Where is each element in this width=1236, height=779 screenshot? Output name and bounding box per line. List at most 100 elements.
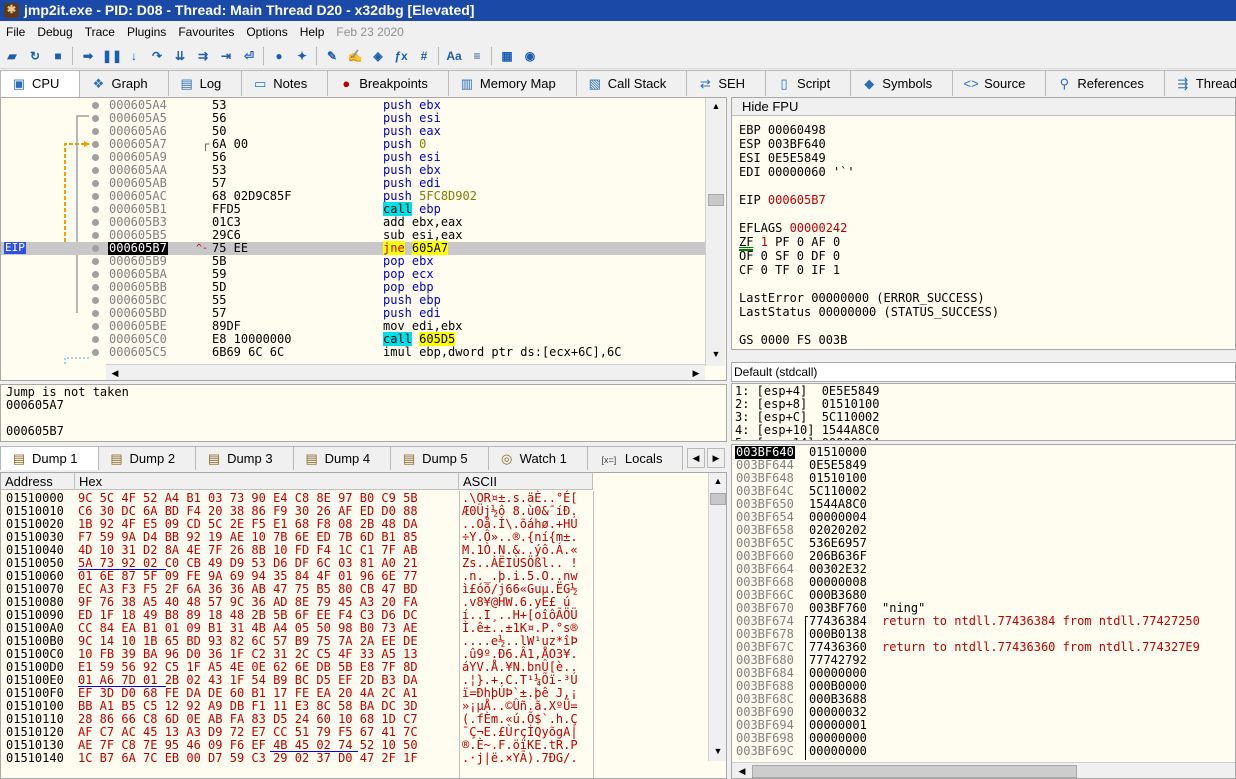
stack-row[interactable]: 003BF654 00000004 (732, 511, 1235, 524)
stack-row[interactable]: 003BF668 00000008 (732, 576, 1235, 589)
flags-row-3[interactable]: CF 0 TF 0 IF 1 (739, 264, 840, 277)
breakpoint-dot-icon[interactable] (92, 323, 99, 330)
breakpoint-dot-icon[interactable] (92, 141, 99, 148)
breakpoint-dot-icon[interactable] (92, 128, 99, 135)
scroll-thumb[interactable] (752, 765, 1077, 778)
tab-references[interactable]: ⚲ References (1045, 70, 1165, 96)
disassembly-vertical-scrollbar[interactable]: ▲ ▼ (705, 98, 725, 366)
hex-dump-view[interactable]: Address Hex ASCII 01510000 9C 5C 4F 52 A4… (0, 472, 727, 779)
stack-row[interactable]: 003BF658 02020202 (732, 524, 1235, 537)
dump-header-hex[interactable]: Hex (75, 473, 459, 490)
run-icon[interactable]: ➡ (79, 47, 97, 65)
tab-breakpoints[interactable]: ● Breakpoints (327, 70, 449, 96)
dump-tabs-scroll-left-icon[interactable]: ◀ (687, 448, 705, 468)
tab-seh[interactable]: ⇄ SEH (686, 70, 767, 96)
flags-row-1[interactable]: ZF 1 PF 0 AF 0 (739, 236, 840, 249)
breakpoint-dot-icon[interactable] (92, 245, 99, 252)
stack-row[interactable]: 003BF640 01510000 (732, 446, 1235, 459)
reg-esp[interactable]: ESP 003BF640 (739, 138, 826, 151)
dump-vertical-scrollbar[interactable]: ▲ ▼ (708, 473, 726, 761)
breakpoint-dot-icon[interactable] (92, 232, 99, 239)
tab-script[interactable]: ▯ Script (765, 70, 852, 96)
strings-icon[interactable]: ≡ (468, 47, 486, 65)
disasm-row[interactable]: 000605BD 57 push edi (1, 307, 705, 320)
open-icon[interactable]: ▰ (3, 47, 21, 65)
arguments-panel[interactable]: 1: [esp+4] 0E5E5849 2: [esp+8] 01510100 3:… (731, 383, 1236, 441)
scroll-up-arrow-icon[interactable]: ▲ (708, 98, 724, 114)
reg-esi[interactable]: ESI 0E5E5849 (739, 152, 826, 165)
dump-header-ascii[interactable]: ASCII (459, 473, 593, 490)
breakpoint-dot-icon[interactable] (92, 180, 99, 187)
breakpoint-dot-icon[interactable] (92, 284, 99, 291)
reg-eflags[interactable]: EFLAGS 00000242 (739, 222, 847, 235)
reg-laststatus[interactable]: LastStatus 00000000 (STATUS_SUCCESS) (739, 306, 999, 319)
disasm-row[interactable]: 000605B5 29C6 sub esi,eax (1, 229, 705, 242)
menu-trace[interactable]: Trace (79, 21, 121, 43)
disassembly-view[interactable]: 000605A4 53 push ebx 000605A5 56 push esi 0006… (0, 97, 727, 381)
tab-dump-1[interactable]: ▤ Dump 1 (0, 446, 99, 470)
scroll-left-arrow-icon[interactable]: ◀ (107, 365, 123, 380)
disasm-row[interactable]: 000605A9 56 push esi (1, 151, 705, 164)
disasm-row[interactable]: 000605A7 ┌ 6A 00 push 0 (1, 138, 705, 151)
hide-fpu-button[interactable]: Hide FPU (732, 98, 1235, 116)
stack-row[interactable]: 003BF65C 536E6957 (732, 537, 1235, 550)
tab-memory-map[interactable]: ▥ Memory Map (447, 70, 577, 96)
breakpoint-dot-icon[interactable] (92, 349, 99, 356)
execute-till-return-icon[interactable]: ⏎ (240, 47, 258, 65)
tab-symbols[interactable]: ◆ Symbols (850, 70, 954, 96)
breakpoint-dot-icon[interactable] (92, 297, 99, 304)
step-into-icon[interactable]: ↓ (125, 47, 143, 65)
scroll-up-arrow-icon[interactable]: ▲ (710, 473, 726, 489)
tab-cpu[interactable]: ▣ CPU (0, 70, 81, 97)
reg-eip[interactable]: EIP 000605B7 (739, 194, 826, 207)
disasm-row[interactable]: 000605BB 5D pop ebp (1, 281, 705, 294)
tab-log[interactable]: ▤ Log (167, 70, 243, 96)
breakpoint-dot-icon[interactable] (92, 271, 99, 278)
tab-dump-4[interactable]: ▤ Dump 4 (292, 446, 392, 470)
tab-dump-2[interactable]: ▤ Dump 2 (97, 446, 197, 470)
calculator-icon[interactable]: ▦ (498, 47, 516, 65)
stack-row[interactable]: 003BF64C 5C110002 (732, 485, 1235, 498)
function-icon[interactable]: ƒx (392, 47, 410, 65)
reg-lasterror[interactable]: LastError 00000000 (ERROR_SUCCESS) (739, 292, 985, 305)
stop-icon[interactable]: ■ (49, 47, 67, 65)
menu-plugins[interactable]: Plugins (121, 21, 172, 43)
patch-icon[interactable]: ✎ (323, 47, 341, 65)
dump-header-address[interactable]: Address (1, 473, 75, 490)
disasm-row[interactable]: 000605BE 89DF mov edi,ebx (1, 320, 705, 333)
menu-file[interactable]: File (0, 21, 31, 43)
argument-row[interactable]: 5: [esp+14] 00000004 (735, 437, 1232, 441)
stack-view[interactable]: 003BF640 01510000 003BF644 0E5E5849 003BF648… (731, 444, 1236, 779)
tab-watch-1[interactable]: ◎ Watch 1 (487, 446, 588, 470)
disasm-row[interactable]: 000605A5 56 push esi (1, 112, 705, 125)
disasm-row[interactable]: 000605B7 ^- 75 EE jne 605A7 (1, 241, 705, 255)
disasm-row[interactable]: 000605B9 5B pop ebx (1, 255, 705, 268)
animate-into-icon[interactable]: ⇊ (171, 47, 189, 65)
menu-help[interactable]: Help (294, 21, 331, 43)
dump-tabs-scroll-right-icon[interactable]: ▶ (707, 448, 725, 468)
disasm-row[interactable]: 000605AC 68 02D9C85F push 5FC8D902 (1, 190, 705, 203)
reg-edi[interactable]: EDI 00000060 '`' (739, 166, 855, 179)
pause-icon[interactable]: ❚❚ (102, 47, 122, 65)
disasm-row[interactable]: 000605AB 57 push edi (1, 177, 705, 190)
stack-row[interactable]: 003BF664 00302E32 (732, 563, 1235, 576)
breakpoint-dot-icon[interactable] (92, 219, 99, 226)
tab-locals[interactable]: [x=] Locals (586, 446, 684, 470)
run-to-user-icon[interactable]: ⇥ (217, 47, 235, 65)
scroll-thumb[interactable] (710, 493, 726, 505)
comment-icon[interactable]: ✍ (346, 47, 364, 65)
reg-segments[interactable]: GS 0000 FS 003B (739, 334, 847, 347)
web-icon[interactable]: ◉ (521, 47, 539, 65)
breakpoint-dot-icon[interactable] (92, 310, 99, 317)
tab-dump-3[interactable]: ▤ Dump 3 (195, 446, 294, 470)
disasm-row[interactable]: 000605AA 53 push ebx (1, 164, 705, 177)
tab-threads[interactable]: ⇶ Threads (1163, 70, 1236, 96)
disasm-row[interactable]: 000605BA 59 pop ecx (1, 268, 705, 281)
menu-favourites[interactable]: Favourites (172, 21, 240, 43)
flags-row-2[interactable]: OF 0 SF 0 DF 0 (739, 250, 840, 263)
disassembly-horizontal-scrollbar[interactable]: ◀ ▶ (106, 364, 705, 380)
breakpoint-dot-icon[interactable] (92, 206, 99, 213)
scroll-down-arrow-icon[interactable]: ▼ (708, 346, 724, 362)
reg-ebp[interactable]: EBP 00060498 (739, 124, 826, 137)
tab-call-stack[interactable]: ▧ Call Stack (575, 70, 688, 96)
